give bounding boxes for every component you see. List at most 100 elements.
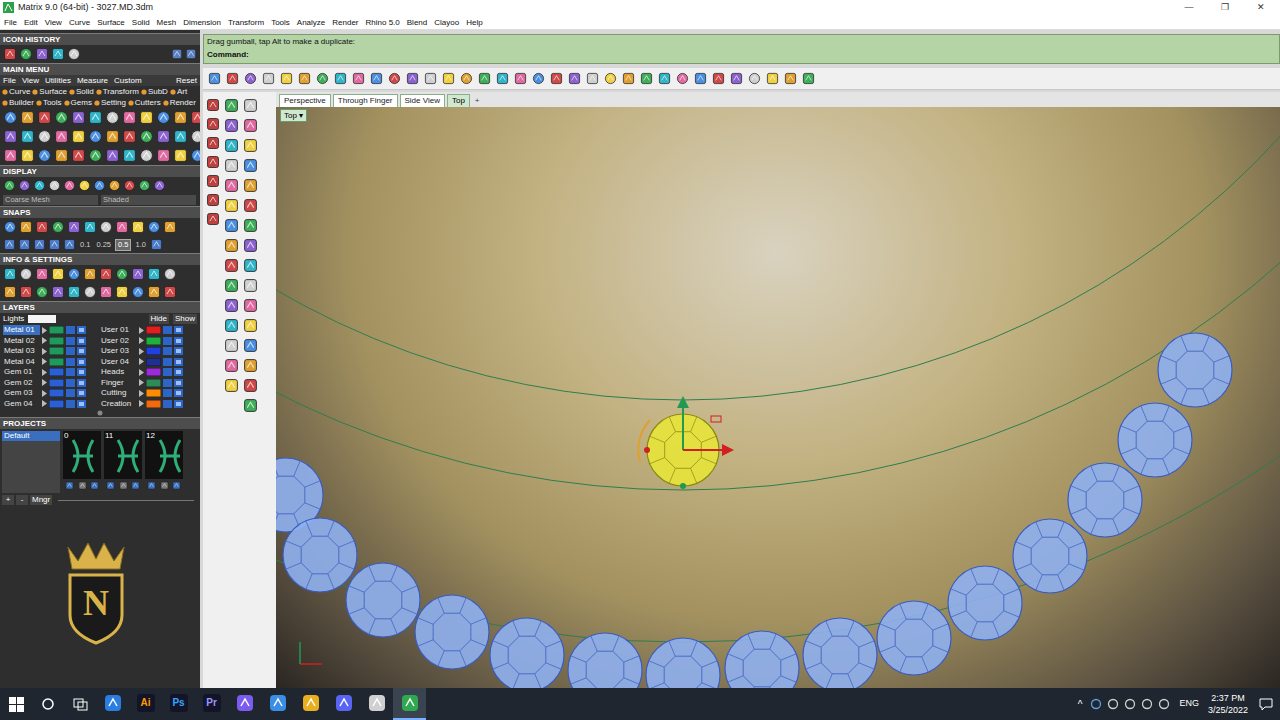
tool-icon[interactable]	[243, 98, 258, 113]
tool-icon[interactable]	[3, 129, 18, 144]
tool-icon[interactable]	[67, 47, 81, 61]
tool-icon[interactable]	[19, 267, 33, 281]
layer-color-swatch[interactable]	[49, 347, 64, 355]
tool-icon[interactable]	[37, 110, 52, 125]
tool-icon[interactable]	[18, 179, 31, 192]
layer-color-swatch[interactable]	[146, 368, 161, 376]
snap-value[interactable]: 1.0	[133, 240, 147, 250]
tool-icon[interactable]	[122, 110, 137, 125]
tool-icon[interactable]	[20, 148, 35, 163]
layer-row[interactable]: Heads	[100, 367, 197, 378]
tool-icon[interactable]	[224, 258, 239, 273]
tool-icon[interactable]	[20, 110, 35, 125]
tool-icon[interactable]	[90, 481, 99, 490]
gem-object[interactable]	[803, 618, 877, 688]
tray-icon[interactable]	[1090, 698, 1102, 710]
tool-icon[interactable]	[190, 129, 200, 144]
visible-icon[interactable]	[77, 347, 86, 355]
tool-icon[interactable]	[83, 285, 97, 299]
tool-icon[interactable]	[514, 72, 527, 85]
viewport-tab[interactable]: Top	[447, 94, 470, 107]
tool-icon[interactable]	[640, 72, 653, 85]
visible-icon[interactable]	[174, 347, 183, 355]
lock-icon[interactable]	[66, 347, 75, 355]
tool-icon[interactable]	[105, 148, 120, 163]
tool-icon[interactable]	[19, 47, 33, 61]
tool-icon[interactable]	[139, 148, 154, 163]
tool-icon[interactable]	[106, 481, 115, 490]
expand-icon[interactable]	[42, 369, 47, 376]
layer-row[interactable]: User 04	[100, 357, 197, 368]
menu-item[interactable]: Tools	[271, 16, 290, 29]
tool-icon[interactable]	[694, 72, 707, 85]
tool-icon[interactable]	[105, 110, 120, 125]
lock-icon[interactable]	[66, 368, 75, 376]
tool-icon[interactable]	[147, 285, 161, 299]
tool-icon[interactable]	[20, 129, 35, 144]
tool-icon[interactable]	[478, 72, 491, 85]
tool-icon[interactable]	[99, 220, 113, 234]
layer-name[interactable]: Metal 04	[3, 357, 40, 367]
tool-icon[interactable]	[18, 238, 31, 251]
tool-icon[interactable]	[243, 298, 258, 313]
snap-value[interactable]: 0.5	[115, 239, 131, 251]
layer-row[interactable]: User 01	[100, 325, 197, 336]
main-menu-tab[interactable]: Utilities	[45, 76, 71, 86]
category-item[interactable]: Art	[170, 87, 187, 97]
expand-icon[interactable]	[42, 327, 47, 334]
tool-icon[interactable]	[243, 358, 258, 373]
tool-icon[interactable]	[243, 398, 258, 413]
gem-object[interactable]	[948, 566, 1022, 640]
tool-icon[interactable]	[568, 72, 581, 85]
guide-arc[interactable]	[276, 107, 1280, 490]
show-button[interactable]: Show	[173, 314, 197, 324]
lock-icon[interactable]	[163, 368, 172, 376]
category-item[interactable]: Transform	[96, 87, 139, 97]
tool-icon[interactable]	[388, 72, 401, 85]
tool-icon[interactable]	[243, 318, 258, 333]
visible-icon[interactable]	[77, 326, 86, 334]
tool-icon[interactable]	[622, 72, 635, 85]
gem-object[interactable]	[283, 518, 357, 592]
expand-icon[interactable]	[139, 337, 144, 344]
tool-icon[interactable]	[316, 72, 329, 85]
tool-icon[interactable]	[173, 129, 188, 144]
manager-button[interactable]: Mngr	[30, 495, 52, 505]
tool-icon[interactable]	[224, 338, 239, 353]
category-item[interactable]: Tools	[36, 98, 62, 108]
layer-row[interactable]: Creation	[100, 399, 197, 410]
layer-color-swatch[interactable]	[146, 326, 161, 334]
layer-color-swatch[interactable]	[49, 326, 64, 334]
tool-icon[interactable]	[35, 285, 49, 299]
viewport-tab[interactable]: Perspective	[279, 94, 331, 107]
layer-color-swatch[interactable]	[146, 358, 161, 366]
menu-item[interactable]: Help	[466, 16, 482, 29]
category-item[interactable]: Builder	[2, 98, 34, 108]
tool-icon[interactable]	[586, 72, 599, 85]
gem-object[interactable]	[1158, 333, 1232, 407]
tool-icon[interactable]	[406, 72, 419, 85]
command-prompt[interactable]: Command:	[207, 48, 1276, 61]
tool-icon[interactable]	[131, 220, 145, 234]
visible-icon[interactable]	[174, 358, 183, 366]
tool-icon[interactable]	[3, 220, 17, 234]
tool-icon[interactable]	[206, 174, 220, 188]
tool-icon[interactable]	[784, 72, 797, 85]
tool-icon[interactable]	[93, 179, 106, 192]
tool-icon[interactable]	[160, 481, 169, 490]
viewport-tab[interactable]: Through Finger	[333, 94, 398, 107]
layer-name[interactable]: User 03	[100, 346, 137, 356]
project-item[interactable]: Default	[2, 431, 60, 441]
gem-object[interactable]	[1118, 403, 1192, 477]
tool-icon[interactable]	[83, 220, 97, 234]
lock-icon[interactable]	[163, 347, 172, 355]
tool-icon[interactable]	[171, 48, 183, 60]
tool-icon[interactable]	[224, 198, 239, 213]
taskbar-app[interactable]	[327, 688, 360, 720]
visible-icon[interactable]	[174, 389, 183, 397]
lock-icon[interactable]	[66, 358, 75, 366]
clock[interactable]: 2:37 PM3/25/2022	[1204, 692, 1252, 716]
tool-icon[interactable]	[280, 72, 293, 85]
layer-name[interactable]: Heads	[100, 367, 137, 377]
visible-icon[interactable]	[77, 337, 86, 345]
